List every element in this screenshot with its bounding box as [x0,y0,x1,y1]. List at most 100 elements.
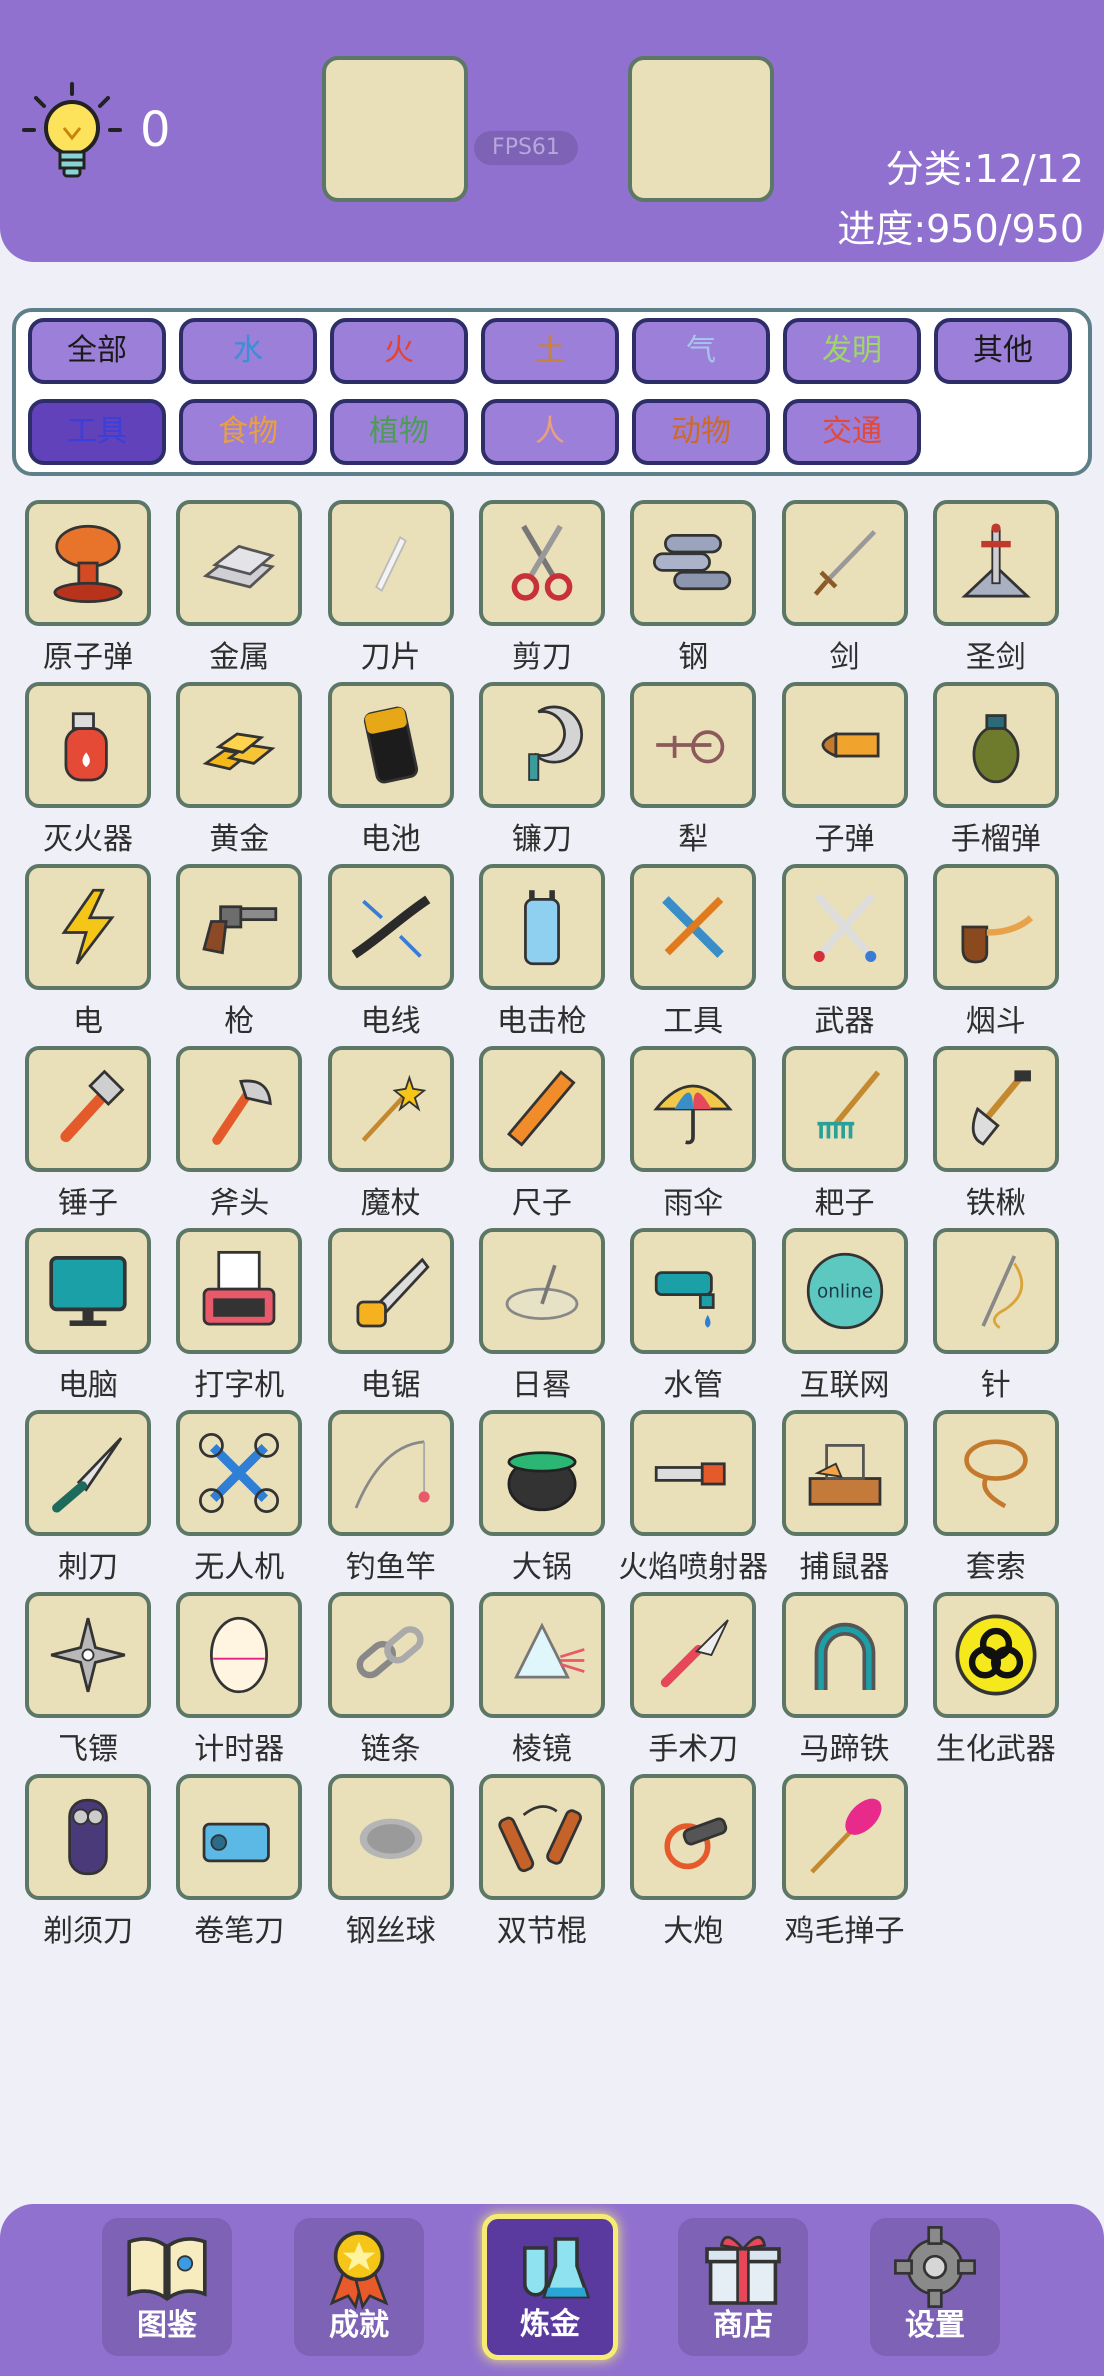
element-card[interactable] [327,864,454,990]
element-card[interactable] [478,1046,605,1172]
element-tile[interactable]: 捕鼠器 [770,1410,920,1590]
nav-button-gift[interactable]: 商店 [678,2218,808,2356]
element-tile[interactable]: 原子弹 [13,500,163,680]
combine-slot-right[interactable] [628,56,774,202]
element-tile[interactable]: 套索 [921,1410,1071,1590]
filter-tab-5[interactable]: 发明 [783,318,921,384]
element-tile[interactable]: 铁楸 [921,1046,1071,1226]
filter-tab-0[interactable]: 全部 [28,318,166,384]
element-tile[interactable]: 大炮 [618,1774,768,1954]
element-tile[interactable]: 卷笔刀 [164,1774,314,1954]
element-card[interactable] [630,864,757,990]
element-card[interactable] [478,1592,605,1718]
element-tile[interactable]: 雨伞 [618,1046,768,1226]
element-card[interactable] [25,1046,151,1172]
filter-tab-1[interactable]: 水 [179,318,317,384]
element-tile[interactable]: 无人机 [164,1410,314,1590]
element-tile[interactable]: 黄金 [164,682,314,862]
element-tile[interactable]: 双节棍 [467,1774,617,1954]
element-card[interactable] [176,1228,303,1354]
filter-tab-7[interactable]: 工具 [28,399,166,465]
element-card[interactable] [478,1774,605,1900]
element-tile[interactable]: 飞镖 [13,1592,163,1772]
element-card[interactable] [327,1228,454,1354]
element-tile[interactable]: 工具 [618,864,768,1044]
element-card[interactable] [478,500,605,626]
nav-button-medal[interactable]: 成就 [294,2218,424,2356]
element-tile[interactable]: 魔杖 [316,1046,466,1226]
element-card[interactable] [932,1046,1059,1172]
element-tile[interactable]: 链条 [316,1592,466,1772]
element-tile[interactable]: 剃须刀 [13,1774,163,1954]
element-tile[interactable]: 钢丝球 [316,1774,466,1954]
element-tile[interactable]: 火焰喷射器 [618,1410,768,1590]
element-tile[interactable]: 刺刀 [13,1410,163,1590]
element-card[interactable] [25,1228,151,1354]
nav-button-gear[interactable]: 设置 [870,2218,1000,2356]
element-tile[interactable]: 剪刀 [467,500,617,680]
element-tile[interactable]: 大锅 [467,1410,617,1590]
element-tile[interactable]: 马蹄铁 [770,1592,920,1772]
element-card[interactable] [478,1410,605,1536]
element-tile[interactable]: 钓鱼竿 [316,1410,466,1590]
element-card[interactable] [932,682,1059,808]
element-card[interactable] [25,864,151,990]
element-tile[interactable]: 打字机 [164,1228,314,1408]
element-card[interactable] [327,1046,454,1172]
element-card[interactable] [176,1774,303,1900]
element-tile[interactable]: 圣剑 [921,500,1071,680]
element-card[interactable] [781,864,908,990]
element-tile[interactable]: 枪 [164,864,314,1044]
element-card[interactable] [630,1410,757,1536]
nav-button-book[interactable]: 图鉴 [102,2218,232,2356]
element-card[interactable] [176,1046,303,1172]
element-tile[interactable]: 犁 [618,682,768,862]
element-tile[interactable]: 灭火器 [13,682,163,862]
filter-tab-11[interactable]: 动物 [632,399,770,465]
element-tile[interactable]: 电脑 [13,1228,163,1408]
element-card[interactable] [327,1774,454,1900]
element-card[interactable] [630,500,757,626]
element-card[interactable] [630,682,757,808]
element-card[interactable] [25,1410,151,1536]
filter-tab-12[interactable]: 交通 [783,399,921,465]
element-tile[interactable]: 剑 [770,500,920,680]
combine-slot-left[interactable] [322,56,468,202]
element-tile[interactable]: 耙子 [770,1046,920,1226]
element-tile[interactable]: 电锯 [316,1228,466,1408]
element-tile[interactable]: 棱镜 [467,1592,617,1772]
element-tile[interactable]: 锤子 [13,1046,163,1226]
element-tile[interactable]: 针 [921,1228,1071,1408]
element-card[interactable] [932,1592,1059,1718]
filter-tab-10[interactable]: 人 [481,399,619,465]
element-tile[interactable]: 鸡毛掸子 [770,1774,920,1954]
element-tile[interactable]: 计时器 [164,1592,314,1772]
element-card[interactable] [176,500,303,626]
element-tile[interactable]: 日晷 [467,1228,617,1408]
element-card[interactable] [176,864,303,990]
element-tile[interactable]: 尺子 [467,1046,617,1226]
element-card[interactable] [327,1592,454,1718]
element-tile[interactable]: 生化武器 [921,1592,1071,1772]
filter-tab-3[interactable]: 土 [481,318,619,384]
element-card[interactable] [781,500,908,626]
element-tile[interactable]: 钢 [618,500,768,680]
element-card[interactable] [781,1592,908,1718]
element-card[interactable] [25,682,151,808]
element-card[interactable] [932,1410,1059,1536]
element-card[interactable] [781,1046,908,1172]
element-tile[interactable]: 水管 [618,1228,768,1408]
element-card[interactable] [176,1410,303,1536]
nav-button-flask[interactable]: 炼金 [482,2214,618,2360]
element-tile[interactable]: 镰刀 [467,682,617,862]
element-card[interactable] [781,682,908,808]
element-tile[interactable]: online 互联网 [770,1228,920,1408]
element-card[interactable] [932,500,1059,626]
element-card[interactable] [478,864,605,990]
element-tile[interactable]: 子弹 [770,682,920,862]
element-tile[interactable]: 刀片 [316,500,466,680]
element-card[interactable] [630,1046,757,1172]
element-card[interactable]: online [781,1228,908,1354]
filter-tab-4[interactable]: 气 [632,318,770,384]
element-card[interactable] [25,1774,151,1900]
